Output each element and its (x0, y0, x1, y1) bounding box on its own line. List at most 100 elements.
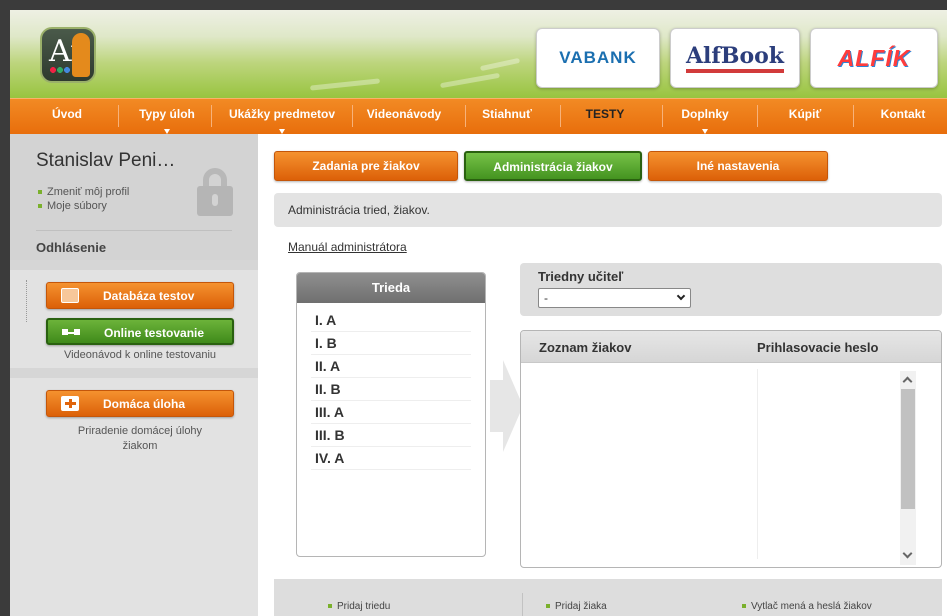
info-text: Administrácia tried, žiakov. (288, 203, 430, 217)
tab-label: Administrácia žiakov (493, 160, 613, 174)
change-profile-link[interactable]: Zmeniť môj profil (38, 186, 129, 198)
lock-keyhole (212, 194, 218, 206)
header-decor (479, 57, 521, 72)
chevron-down-icon (702, 129, 708, 134)
nav-separator (465, 105, 466, 127)
lock-icon (197, 168, 233, 216)
test-database-label: Databáza testov (103, 289, 195, 303)
homework-panel: Domáca úloha Priradenie domácej úlohy ži… (10, 378, 258, 616)
tab-other-settings[interactable]: Iné nastavenia (648, 151, 828, 181)
network-icon (62, 329, 80, 335)
chevron-down-icon (676, 291, 686, 301)
class-teacher-selected: - (544, 291, 548, 305)
class-item[interactable]: I. A (311, 309, 471, 332)
nav-item-doplnky[interactable]: Doplnky (670, 99, 740, 135)
add-class-link[interactable]: Pridaj triedu (328, 601, 390, 612)
sidebar: Stanislav Peni… Zmeniť môj profil Moje s… (10, 134, 258, 616)
brand-alfik-logo: ALFÍK (837, 44, 911, 71)
browser-page: Af VABANK AlfBook ALFÍK Úvod Typy úloh U… (10, 10, 947, 616)
arrow-right-icon (490, 360, 523, 452)
class-item[interactable]: IV. A (311, 447, 471, 470)
my-files-link[interactable]: Moje súbory (38, 200, 107, 212)
chevron-down-icon[interactable] (902, 548, 913, 559)
chevron-down-icon (279, 129, 285, 134)
nav-label: Typy úloh (139, 107, 195, 121)
class-teacher-label: Triedny učiteľ (538, 269, 624, 284)
homework-label: Domáca úloha (103, 397, 186, 411)
user-box: Stanislav Peni… Zmeniť môj profil Moje s… (10, 134, 258, 260)
nav-label: Kontakt (880, 107, 926, 121)
user-name: Stanislav Peni… (36, 150, 176, 171)
tab-student-assignments[interactable]: Zadania pre žiakov (274, 151, 458, 181)
site-header: Af VABANK AlfBook ALFÍK (10, 10, 947, 98)
nav-label: Videonávody (366, 107, 442, 121)
class-item[interactable]: II. B (311, 378, 471, 401)
student-list-scrollbar[interactable] (900, 371, 916, 565)
nav-separator (118, 105, 119, 127)
class-teacher-panel: Triedny učiteľ - (520, 263, 942, 316)
nav-item-videonavody[interactable]: Videonávody (356, 99, 452, 135)
nav-separator (662, 105, 663, 127)
nav-item-kupit[interactable]: Kúpiť (780, 99, 830, 135)
online-testing-video-link[interactable]: Videonávod k online testovaniu (46, 348, 234, 363)
tab-label: Iné nastavenia (696, 159, 780, 173)
site-logo[interactable]: Af (40, 27, 96, 83)
brand-alfbook-logo: AlfBook (685, 43, 785, 73)
nav-separator (211, 105, 212, 127)
nav-item-testy[interactable]: TESTY (570, 99, 640, 135)
nav-label: Úvod (52, 107, 82, 121)
class-panel-header: Trieda (297, 273, 485, 303)
add-student-link[interactable]: Pridaj žiaka (546, 601, 607, 612)
admin-manual-link[interactable]: Manuál administrátora (288, 240, 407, 254)
divider (522, 593, 523, 616)
class-panel: Trieda I. A I. B II. A II. B III. A III.… (296, 272, 486, 557)
column-login-password: Prihlasovacie heslo (757, 340, 879, 355)
logout-link[interactable]: Odhlásenie (36, 240, 106, 255)
tab-label: Zadania pre žiakov (312, 159, 420, 173)
column-divider (757, 369, 758, 559)
nav-item-kontakt[interactable]: Kontakt (868, 99, 938, 135)
class-item[interactable]: III. B (311, 424, 471, 447)
column-student-list: Zoznam žiakov (539, 340, 632, 355)
logo-question-mark (72, 33, 90, 77)
tab-student-administration[interactable]: Administrácia žiakov (464, 151, 642, 181)
online-testing-label: Online testovanie (104, 326, 205, 340)
brand-alfik[interactable]: ALFÍK (810, 28, 938, 88)
homework-note: Priradenie domácej úlohy žiakom (77, 425, 203, 452)
print-credentials-link[interactable]: Vytlač mená a heslá žiakov (742, 601, 872, 612)
nav-separator (757, 105, 758, 127)
student-list-panel: Zoznam žiakov Prihlasovacie heslo (520, 330, 942, 568)
scrollbar-thumb[interactable] (901, 389, 915, 509)
class-item[interactable]: I. B (311, 332, 471, 355)
nav-label: Ukážky predmetov (228, 107, 336, 121)
header-decor (309, 78, 381, 91)
nav-item-ukazky-predmetov[interactable]: Ukážky predmetov (216, 99, 348, 135)
online-testing-button[interactable]: Online testovanie (46, 318, 234, 345)
nav-label: Kúpiť (788, 107, 822, 121)
nav-item-uvod[interactable]: Úvod (42, 99, 92, 135)
database-icon (61, 288, 79, 303)
nav-label: Stiahnuť (482, 107, 532, 121)
class-item[interactable]: II. A (311, 355, 471, 378)
plus-icon (61, 396, 79, 411)
nav-label: Doplnky (681, 107, 729, 121)
test-database-button[interactable]: Databáza testov (46, 282, 234, 309)
nav-item-stiahnut[interactable]: Stiahnuť (472, 99, 542, 135)
nav-separator (352, 105, 353, 127)
brand-alfbook[interactable]: AlfBook (670, 28, 800, 88)
homework-button[interactable]: Domáca úloha (46, 390, 234, 417)
nav-label: TESTY (585, 107, 625, 121)
testing-panel: Databáza testov Online testovanie Videon… (10, 270, 258, 368)
class-teacher-select[interactable]: - (538, 288, 691, 308)
brand-vabank[interactable]: VABANK (536, 28, 660, 88)
main-nav: Úvod Typy úloh Ukážky predmetov Videonáv… (10, 98, 947, 134)
brand-vabank-logo: VABANK (559, 48, 637, 67)
nav-separator (560, 105, 561, 127)
lock-body (197, 186, 233, 216)
class-item[interactable]: III. A (311, 401, 471, 424)
student-list-header: Zoznam žiakov Prihlasovacie heslo (521, 331, 941, 363)
arrow-stem (490, 380, 504, 432)
divider (36, 230, 232, 231)
chevron-up-icon[interactable] (902, 376, 913, 387)
nav-item-typy-uloh[interactable]: Typy úloh (128, 99, 206, 135)
